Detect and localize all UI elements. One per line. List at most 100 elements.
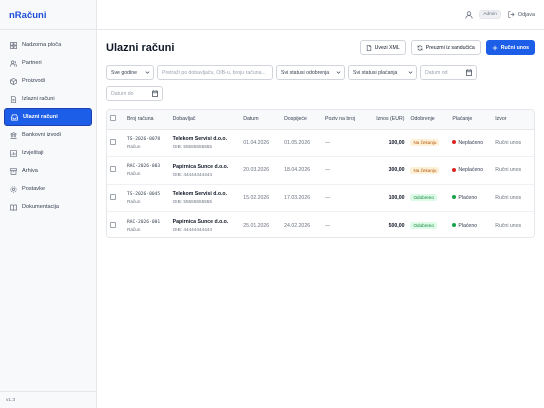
calendar-icon[interactable]	[466, 69, 472, 76]
sidebar-item-reports[interactable]: Izvještaji	[4, 144, 92, 162]
invoice-date: 15.02.2026	[240, 184, 282, 212]
sidebar-item-label: Partneri	[22, 60, 42, 66]
sidebar-item-bank-statements[interactable]: Bankovni izvodi	[4, 126, 92, 144]
app-version: v1.3	[0, 391, 96, 408]
document-type: Račun	[126, 226, 141, 232]
user-role-badge: Admin	[479, 10, 501, 19]
approval-status-select[interactable]: Svi statusi odobrenja	[276, 65, 345, 80]
approval-cell: Na čekanju	[407, 156, 450, 185]
reports-icon	[9, 149, 17, 157]
chevron-down-icon	[145, 71, 150, 74]
row-checkbox[interactable]	[110, 193, 116, 200]
fetch-exchange-button[interactable]: Preuzmi iz sandučića	[410, 40, 481, 55]
sidebar-item-partners[interactable]: Partneri	[4, 54, 92, 72]
products-icon	[9, 77, 17, 85]
supplier-oib: OIB: 44444444444	[172, 171, 213, 177]
payment-status-dot	[452, 167, 457, 172]
invoice-source: Ručni unos	[492, 156, 534, 185]
payment-cell: Neplaćeno	[449, 129, 493, 157]
column-header[interactable]: Izvor	[492, 110, 534, 130]
bank-icon	[9, 131, 17, 139]
sidebar-item-dashboard[interactable]: Nadzorna ploča	[4, 36, 92, 54]
payment-status-dot	[452, 223, 457, 228]
app-logo[interactable]: nRačuni	[0, 0, 96, 30]
payment-cell: Plaćeno	[449, 184, 493, 212]
import-xml-label: Uvezi XML	[374, 44, 400, 51]
row-checkbox[interactable]	[110, 166, 116, 173]
column-header[interactable]: Dobavljač	[169, 110, 241, 130]
row-select-cell	[107, 212, 124, 238]
reference-number: —	[322, 184, 364, 212]
sidebar-item-label: Proizvodi	[22, 78, 46, 84]
search-placeholder: Pretraži po dobavljaču, OIB-u, broju rač…	[162, 69, 266, 76]
sidebar-item-archive[interactable]: Arhiva	[4, 162, 92, 180]
sidebar-item-outgoing-invoices[interactable]: Izlazni računi	[4, 90, 92, 108]
sidebar-item-label: Izlazni računi	[22, 96, 55, 102]
column-header[interactable]: Broj računa	[123, 110, 170, 130]
page-title: Ulazni računi	[106, 42, 175, 54]
row-checkbox[interactable]	[110, 221, 116, 228]
table-row[interactable]: RAC-2026-003 Račun Papirnica Sunce d.o.o. O…	[107, 156, 534, 185]
invoice-number[interactable]: TS-2026-0045	[127, 192, 167, 197]
manual-entry-button[interactable]: Ručni unos	[485, 40, 535, 55]
logout-button[interactable]: Odjava	[508, 11, 535, 18]
table-row[interactable]: TS-2026-0045 Račun Telekom Servisi d.o.o. O…	[107, 184, 534, 212]
supplier-name: Papirnica Sunce d.o.o.	[172, 219, 229, 225]
docs-icon	[9, 203, 17, 211]
dashboard-icon	[9, 41, 17, 49]
sidebar-item-incoming-invoices[interactable]: Ulazni računi	[4, 108, 92, 126]
settings-icon	[9, 185, 17, 193]
column-header[interactable]: Iznos (EUR)	[363, 110, 408, 130]
column-header[interactable]: Datum	[240, 110, 282, 130]
invoice-source: Ručni unos	[495, 222, 522, 229]
column-header[interactable]: Odobrenje	[407, 110, 450, 130]
chevron-down-icon	[408, 71, 413, 74]
invoice-number-cell: TS-2026-0045 Račun	[123, 184, 170, 212]
year-select[interactable]: Sve godine	[106, 65, 154, 80]
select-all-checkbox[interactable]	[110, 115, 116, 122]
payment-status-select[interactable]: Svi statusi plaćanja	[348, 65, 417, 80]
column-header[interactable]: Poziv na broj	[322, 110, 364, 130]
table-row[interactable]: RAC-2026-001 Račun Papirnica Sunce d.o.o. O…	[107, 212, 534, 238]
approval-badge: Odobreno	[410, 222, 437, 229]
payment-status-dot	[452, 195, 457, 200]
topbar: Admin Odjava	[97, 0, 544, 30]
page-actions: Uvezi XML Preuzmi iz sandučića Ručni uno…	[355, 40, 535, 55]
invoice-number[interactable]: RAC-2026-003	[127, 164, 167, 169]
approval-badge: Odobreno	[410, 194, 437, 202]
column-header[interactable]: Dospijeće	[281, 110, 323, 130]
sidebar-item-documentation[interactable]: Dokumentacija	[4, 198, 92, 216]
supplier-cell: Papirnica Sunce d.o.o. OIB: 44444444444	[169, 156, 241, 185]
table-row[interactable]: TS-2026-0078 Račun Telekom Servisi d.o.o. O…	[107, 129, 534, 157]
import-xml-button[interactable]: Uvezi XML	[359, 40, 406, 55]
due-date: 01.05.2026	[281, 129, 323, 157]
supplier-cell: Telekom Servisi d.o.o. OIB: 55555555555	[169, 129, 241, 157]
calendar-icon[interactable]	[152, 90, 158, 97]
invoice-number[interactable]: TS-2026-0078	[127, 137, 167, 142]
user-icon[interactable]	[465, 10, 473, 19]
invoice-number-cell: RAC-2026-003 Račun	[123, 156, 170, 185]
sidebar-item-settings[interactable]: Postavke	[4, 180, 92, 198]
date-to-placeholder: Datum do	[111, 90, 134, 97]
sidebar-item-label: Nadzorna ploča	[22, 42, 62, 48]
invoice-number[interactable]: RAC-2026-001	[127, 220, 167, 225]
column-header[interactable]: Plaćanje	[449, 110, 493, 130]
invoice-source: Ručni unos	[492, 184, 534, 212]
partners-icon	[9, 59, 17, 67]
invoice-number-cell: TS-2026-0078 Račun	[123, 129, 170, 157]
logout-label: Odjava	[517, 11, 535, 18]
approval-badge: Na čekanju	[410, 139, 440, 147]
date-from-input[interactable]: Datum od	[420, 65, 477, 80]
search-input[interactable]: Pretraži po dobavljaču, OIB-u, broju rač…	[157, 65, 273, 80]
supplier-oib: OIB: 55555555555	[172, 144, 213, 150]
approval-cell: Odobreno	[407, 184, 450, 212]
date-to-input[interactable]: Datum do	[106, 86, 163, 101]
document-type: Račun	[126, 198, 141, 204]
row-checkbox[interactable]	[110, 138, 116, 145]
document-type: Račun	[126, 171, 141, 177]
invoice-amount: 100,00	[363, 184, 408, 212]
supplier-name: Telekom Servisi d.o.o.	[172, 136, 228, 143]
sidebar-item-products[interactable]: Proizvodi	[4, 72, 92, 90]
due-date: 24.02.2026	[284, 222, 311, 229]
invoices-table: Broj računa Dobavljač Datum Dospijeće Po…	[106, 109, 535, 238]
